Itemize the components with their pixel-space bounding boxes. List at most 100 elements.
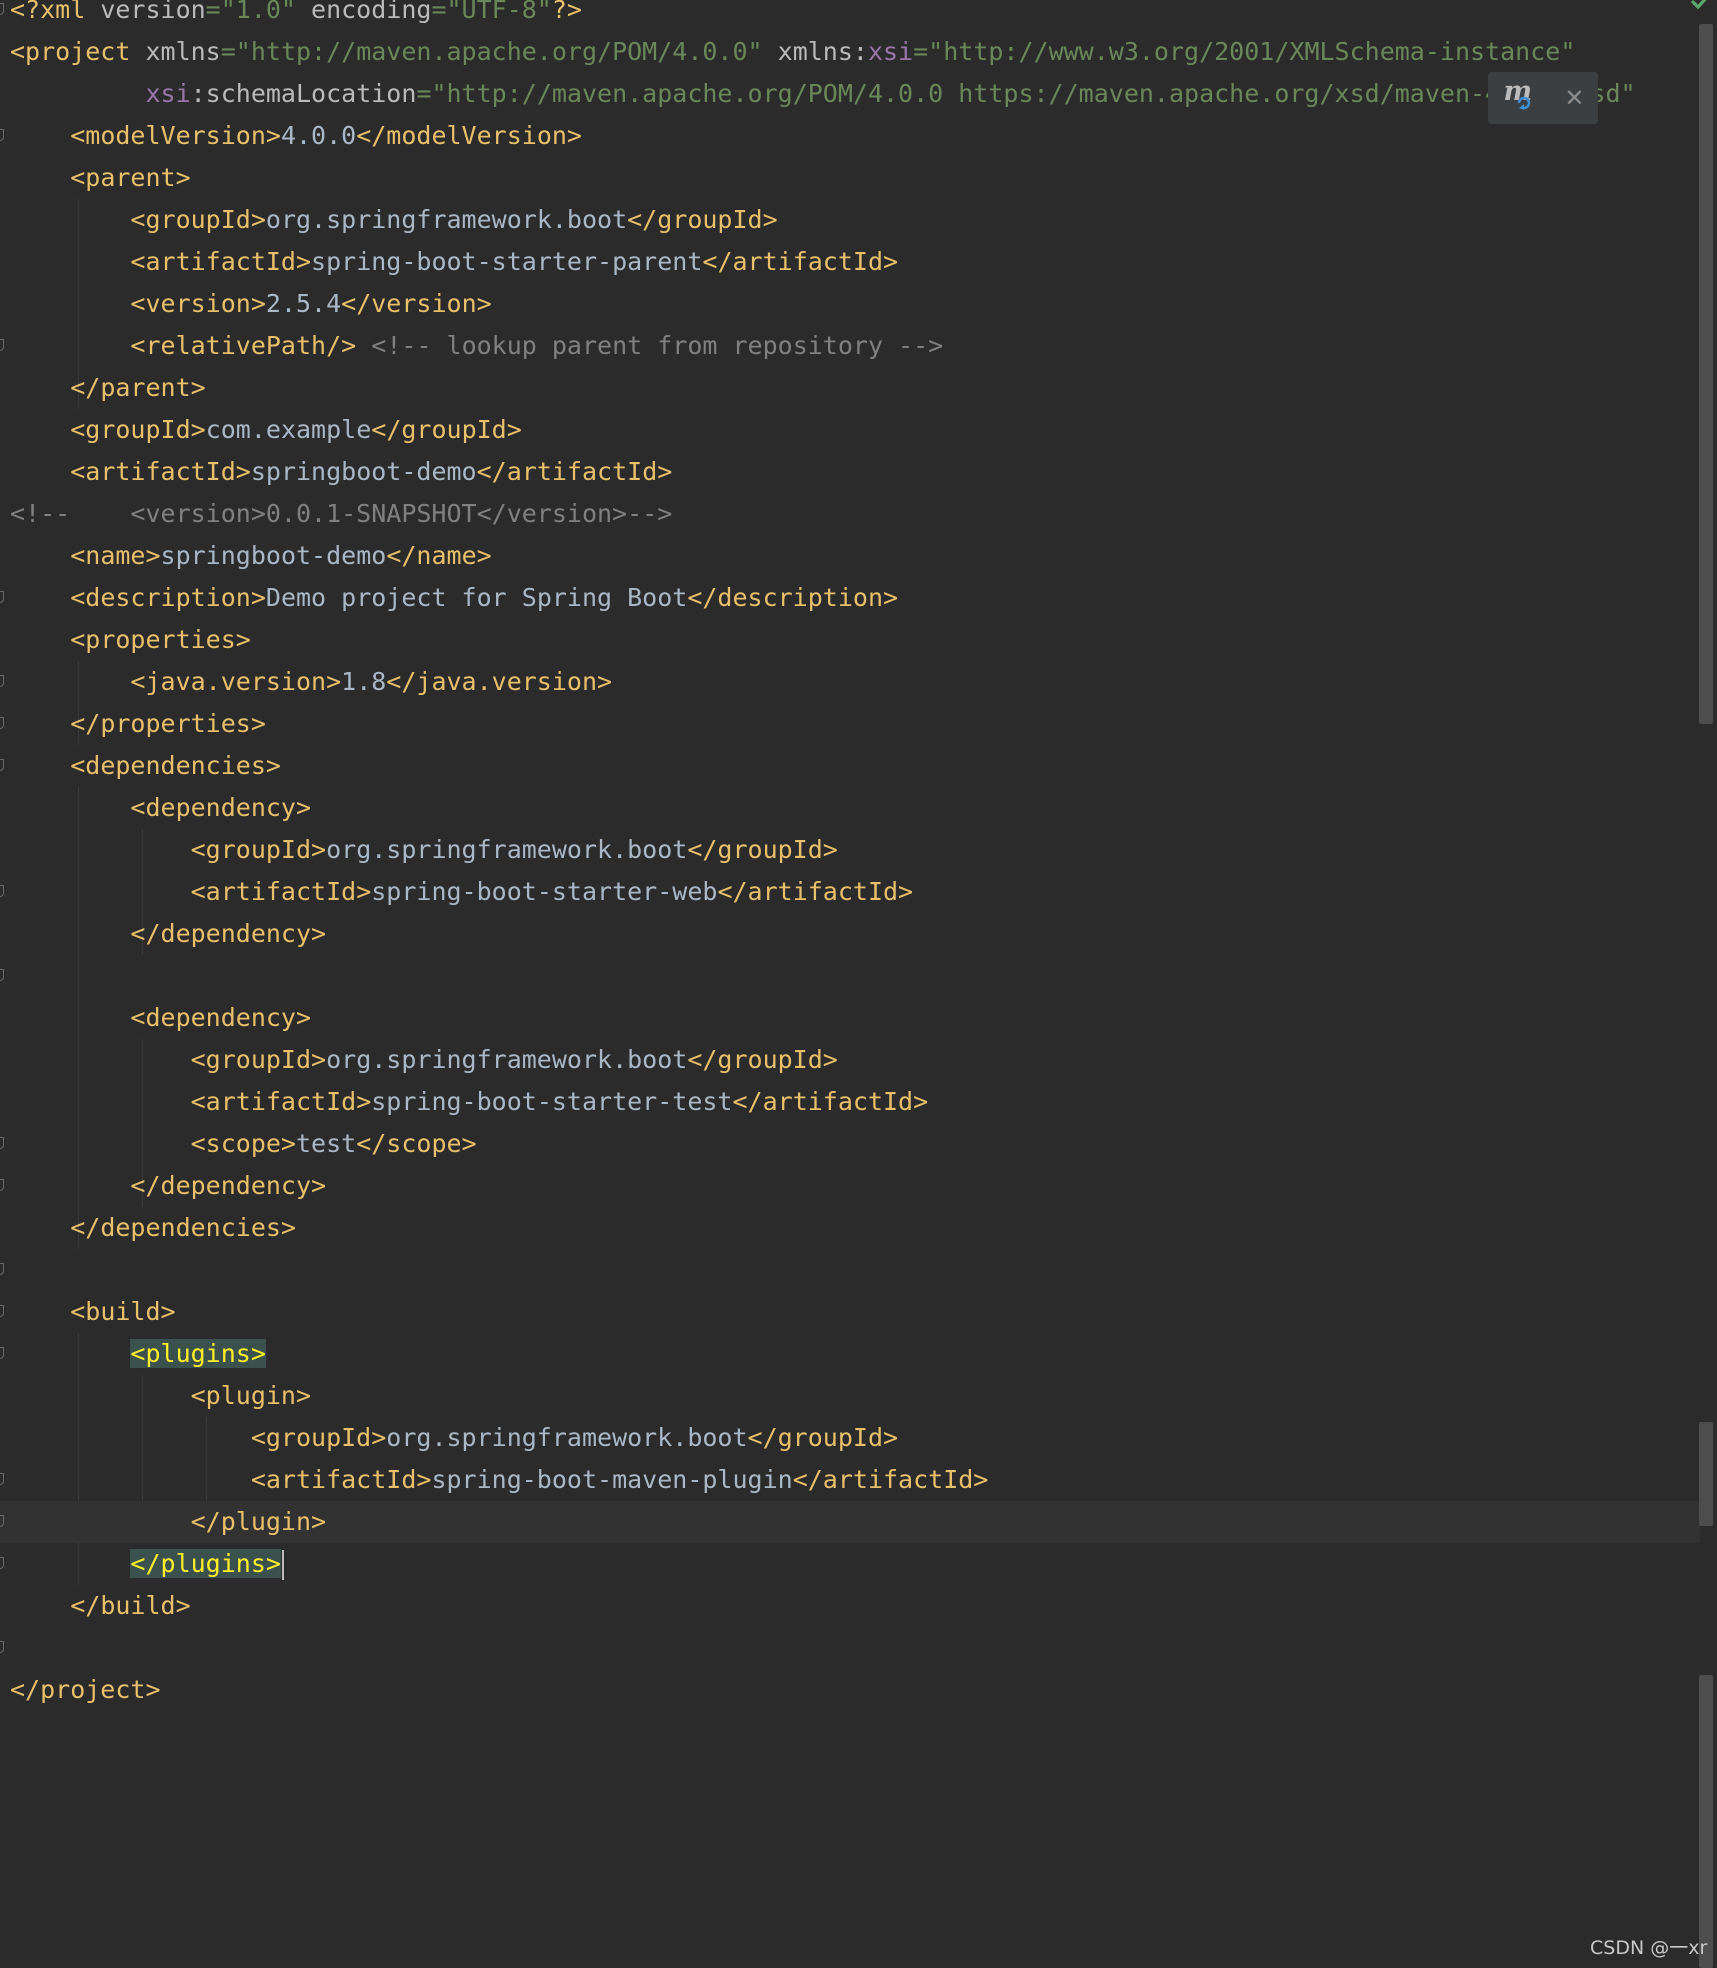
fold-marker-icon[interactable]: [0, 1473, 4, 1485]
code-line[interactable]: <dependency>: [0, 997, 1700, 1039]
code-line[interactable]: <version>2.5.4</version>: [0, 283, 1700, 325]
code-line[interactable]: </properties>: [0, 703, 1700, 745]
code-line[interactable]: <artifactId>spring-boot-starter-parent</…: [0, 241, 1700, 283]
maven-load-changes-popup[interactable]: m ✕: [1488, 72, 1598, 124]
code-line[interactable]: <groupId>org.springframework.boot</group…: [0, 829, 1700, 871]
code-line[interactable]: <scope>test</scope>: [0, 1123, 1700, 1165]
code-line[interactable]: [0, 955, 1700, 997]
token-text: spring-boot-starter-parent: [311, 247, 703, 276]
code-line[interactable]: <artifactId>spring-boot-starter-web</art…: [0, 871, 1700, 913]
token-tag: </parent>: [70, 373, 206, 402]
code-line[interactable]: <?xml version="1.0" encoding="UTF-8"?>: [0, 0, 1700, 31]
fold-marker-icon[interactable]: [0, 1557, 4, 1569]
code-line[interactable]: <properties>: [0, 619, 1700, 661]
fold-marker-icon[interactable]: [0, 1641, 4, 1653]
token-tag: </scope>: [356, 1129, 477, 1158]
code-line[interactable]: </parent>: [0, 367, 1700, 409]
maven-reload-icon[interactable]: m: [1501, 76, 1537, 116]
fold-marker-icon[interactable]: [0, 129, 4, 141]
code-line[interactable]: </dependency>: [0, 1165, 1700, 1207]
code-line[interactable]: <groupId>org.springframework.boot</group…: [0, 1039, 1700, 1081]
code-line[interactable]: </dependencies>: [0, 1207, 1700, 1249]
code-line[interactable]: [0, 1249, 1700, 1291]
code-line[interactable]: <plugins>: [0, 1333, 1700, 1375]
fold-marker-icon[interactable]: [0, 1137, 4, 1149]
code-line[interactable]: <groupId>org.springframework.boot</group…: [0, 199, 1700, 241]
code-line[interactable]: <description>Demo project for Spring Boo…: [0, 577, 1700, 619]
code-line[interactable]: <dependency>: [0, 787, 1700, 829]
close-icon[interactable]: ✕: [1564, 84, 1584, 112]
code-text: <groupId>org.springframework.boot</group…: [10, 199, 777, 241]
fold-marker-icon[interactable]: [0, 1347, 4, 1359]
fold-marker-icon[interactable]: [0, 1179, 4, 1191]
code-line[interactable]: <artifactId>spring-boot-starter-test</ar…: [0, 1081, 1700, 1123]
fold-marker-icon[interactable]: [0, 339, 4, 351]
code-line[interactable]: <parent>: [0, 157, 1700, 199]
code-line[interactable]: <dependencies>: [0, 745, 1700, 787]
code-line[interactable]: <project xmlns="http://maven.apache.org/…: [0, 31, 1700, 73]
fold-marker-icon[interactable]: [0, 3, 4, 15]
scrollbar-thumb[interactable]: [1699, 24, 1713, 724]
code-line[interactable]: </plugin>: [0, 1501, 1700, 1543]
code-line[interactable]: <groupId>org.springframework.boot</group…: [0, 1417, 1700, 1459]
token-tag: </dependency>: [130, 1171, 327, 1200]
token-text: org.springframework.boot: [326, 1045, 688, 1074]
fold-marker-icon[interactable]: [0, 1263, 4, 1275]
token-val: ="1.0": [205, 0, 312, 24]
token-tag: <plugins>: [130, 1339, 266, 1368]
code-line[interactable]: <java.version>1.8</java.version>: [0, 661, 1700, 703]
code-line[interactable]: </build>: [0, 1585, 1700, 1627]
code-editor[interactable]: <?xml version="1.0" encoding="UTF-8"?> <p…: [0, 0, 1717, 1968]
fold-marker-icon[interactable]: [0, 717, 4, 729]
fold-marker-icon[interactable]: [0, 969, 4, 981]
code-line[interactable]: <plugin>: [0, 1375, 1700, 1417]
token-text: spring-boot-maven-plugin: [431, 1465, 793, 1494]
code-line[interactable]: <modelVersion>4.0.0</modelVersion>: [0, 115, 1700, 157]
token-tag: </artifactId>: [792, 1465, 989, 1494]
code-line[interactable]: </plugins>: [0, 1543, 1700, 1585]
fold-marker-icon[interactable]: [0, 591, 4, 603]
code-line[interactable]: <relativePath/> <!-- lookup parent from …: [0, 325, 1700, 367]
code-line[interactable]: <name>springboot-demo</name>: [0, 535, 1700, 577]
fold-marker-icon[interactable]: [0, 759, 4, 771]
vertical-scrollbar[interactable]: [1696, 0, 1717, 1968]
code-text: <artifactId>spring-boot-starter-web</art…: [10, 871, 913, 913]
token-text: 1.8: [341, 667, 387, 696]
code-line[interactable]: [0, 1627, 1700, 1669]
code-line[interactable]: <!-- <version>0.0.1-SNAPSHOT</version>--…: [0, 493, 1700, 535]
code-line[interactable]: <build>: [0, 1291, 1700, 1333]
fold-marker-icon[interactable]: [0, 885, 4, 897]
code-line[interactable]: </project>: [0, 1669, 1700, 1711]
code-line[interactable]: <groupId>com.example</groupId>: [0, 409, 1700, 451]
code-text: <java.version>1.8</java.version>: [10, 661, 612, 703]
code-line[interactable]: <artifactId>springboot-demo</artifactId>: [0, 451, 1700, 493]
code-line[interactable]: <artifactId>spring-boot-maven-plugin</ar…: [0, 1459, 1700, 1501]
code-text: xsi:schemaLocation="http://maven.apache.…: [10, 73, 1635, 115]
code-line[interactable]: </dependency>: [0, 913, 1700, 955]
fold-marker-icon[interactable]: [0, 675, 4, 687]
code-text: </plugins>: [10, 1543, 284, 1585]
token-tag: </groupId>: [687, 1045, 838, 1074]
token-tag: </artifactId>: [717, 877, 914, 906]
code-text: <plugin>: [10, 1375, 311, 1417]
code-text: <properties>: [10, 619, 251, 661]
code-text: <description>Demo project for Spring Boo…: [10, 577, 898, 619]
fold-marker-icon[interactable]: [0, 1515, 4, 1527]
token-decl: <?xml: [10, 0, 101, 24]
token-tag: <version>: [130, 289, 266, 318]
fold-marker-icon[interactable]: [0, 1305, 4, 1317]
token-tag: <groupId>: [190, 835, 327, 864]
token-tag: <properties>: [70, 625, 251, 654]
code-line[interactable]: xsi:schemaLocation="http://maven.apache.…: [0, 73, 1700, 115]
